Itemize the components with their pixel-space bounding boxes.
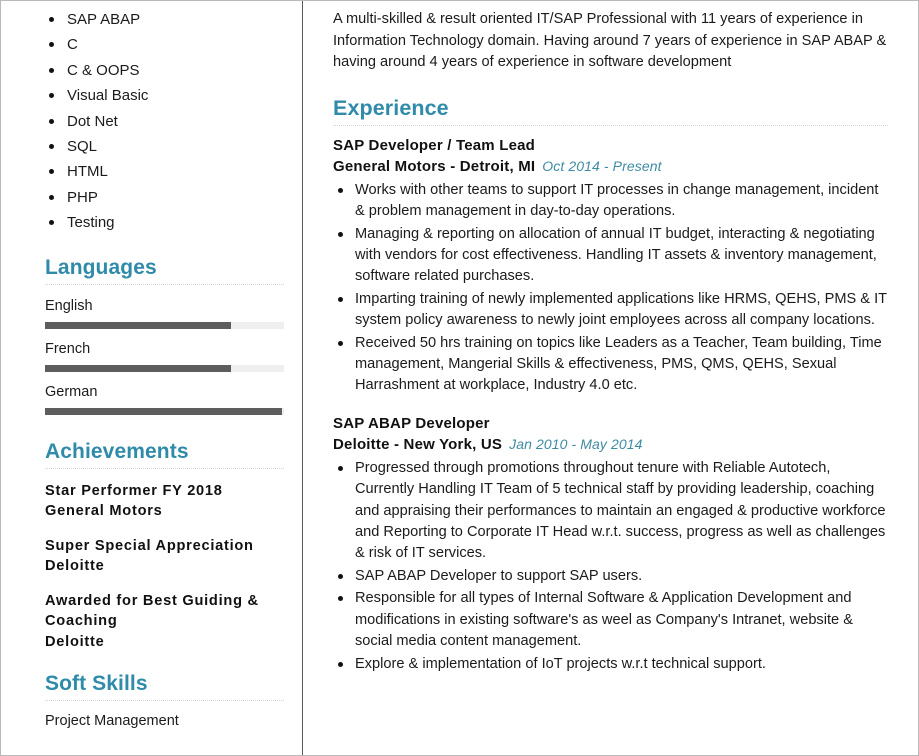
achievement-title: Star Performer FY 2018 [45,482,223,499]
job-bullet: Received 50 hrs training on topics like … [333,333,888,397]
achievement-organization: Deloitte [45,633,105,650]
experience-entry: SAP ABAP Developer Deloitte - New York, U… [333,399,888,677]
section-divider [333,124,888,126]
section-divider [45,467,284,469]
skill-item: PHP [45,185,284,210]
achievement-organization: Deloitte [45,558,105,575]
job-bullet: Responsible for all types of Internal So… [333,588,888,652]
job-dates: Jan 2010 - May 2014 [509,436,643,453]
language-level-bar [45,407,284,415]
language-name: German [45,383,98,400]
achievement-title: Super Special Appreciation [45,537,254,554]
job-bullet: Progressed through promotions throughout… [333,458,888,565]
language-level-bar [45,321,284,329]
language-name: English [45,297,93,314]
main-column: A multi-skilled & result oriented IT/SAP… [303,1,918,755]
skill-item: Testing [45,210,284,235]
sidebar: SAP ABAP C C & OOPS Visual Basic Dot Net SQL H… [1,1,303,755]
job-bullet: SAP ABAP Developer to support SAP users. [333,566,888,587]
skill-item: SQL [45,134,284,159]
job-dates: Oct 2014 - Present [542,158,662,175]
language-level-bar [45,364,284,372]
skill-item: HTML [45,159,284,184]
job-bullet-list: Progressed through promotions throughout… [333,458,888,675]
job-bullet: Imparting training of newly implemented … [333,289,888,332]
experience-heading: Experience [333,95,449,120]
section-divider [45,700,284,702]
soft-skill-item: Project Management [45,713,179,730]
skill-item: SAP ABAP [45,7,284,32]
language-item: German [45,377,284,415]
achievements-section: Achievements Star Performer FY 2018 Gener… [45,420,284,653]
soft-skills-section: Soft Skills Project Management [45,652,284,732]
languages-heading: Languages [45,255,157,279]
achievements-heading: Achievements [45,439,189,463]
job-meta: Deloitte - New York, US Jan 2010 - May 20… [333,434,888,456]
job-title: SAP Developer / Team Lead [333,136,536,154]
language-item: English [45,291,284,329]
job-company: Deloitte - New York, US [333,436,503,454]
job-bullet: Explore & implementation of IoT projects… [333,654,888,675]
job-title: SAP ABAP Developer [333,414,490,432]
language-item: French [45,334,284,372]
achievement-title: Awarded for Best Guiding & Coaching [45,592,259,630]
professional-summary: A multi-skilled & result oriented IT/SAP… [333,11,887,71]
achievement-item: Star Performer FY 2018 General Motors [45,475,284,522]
achievement-item: Super Special Appreciation Deloitte [45,522,284,577]
job-bullet-list: Works with other teams to support IT pro… [333,180,888,397]
technical-skills-list: SAP ABAP C C & OOPS Visual Basic Dot Net SQL H… [45,7,284,236]
language-name: French [45,340,91,357]
experience-section: Experience SAP Developer / Team Lead Gene… [333,74,888,677]
resume-page: SAP ABAP C C & OOPS Visual Basic Dot Net SQL H… [0,0,919,756]
skill-item: C & OOPS [45,58,284,83]
skill-item: C [45,32,284,57]
job-company: General Motors - Detroit, MI [333,158,536,176]
language-level-fill [45,321,232,329]
soft-skills-heading: Soft Skills [45,672,148,696]
achievements-list: Star Performer FY 2018 General Motors Supe… [45,475,284,653]
language-level-fill [45,364,232,372]
achievement-organization: General Motors [45,503,163,520]
achievement-item: Awarded for Best Guiding & Coaching Deloi… [45,577,284,653]
section-divider [45,283,284,285]
experience-list: SAP Developer / Team Lead General Motors … [333,135,888,677]
skill-item: Dot Net [45,109,284,134]
languages-list: English French German [45,291,284,415]
job-meta: General Motors - Detroit, MI Oct 2014 - P… [333,156,888,178]
language-level-fill [45,407,282,415]
experience-entry: SAP Developer / Team Lead General Motors … [333,135,888,399]
job-bullet: Works with other teams to support IT pro… [333,180,888,223]
skill-item: Visual Basic [45,83,284,108]
soft-skills-list: Project Management [45,707,284,732]
job-bullet: Managing & reporting on allocation of an… [333,224,888,288]
languages-section: Languages English French German [45,236,284,415]
